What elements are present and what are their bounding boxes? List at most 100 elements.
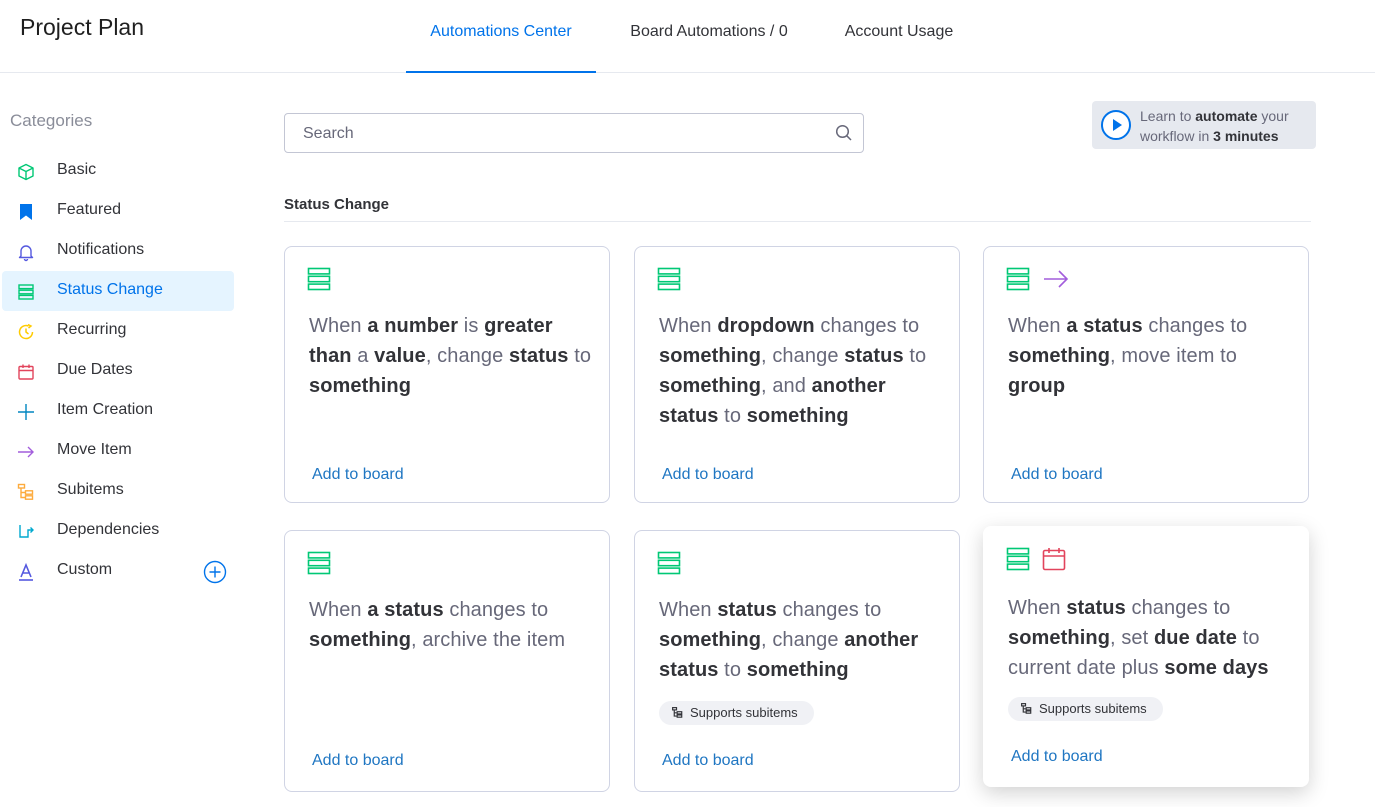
recipe-token: value — [374, 345, 426, 367]
recipe-text: When dropdown changes to something, chan… — [659, 311, 949, 431]
status-icon — [1006, 547, 1030, 571]
recipe-card[interactable]: When a status changes to something, arch… — [284, 530, 610, 792]
search-icon[interactable] — [835, 124, 853, 142]
recipe-text-segment: , change — [425, 345, 510, 367]
recipe-text-segment: When — [309, 315, 368, 337]
supports-subitems-badge: Supports subitems — [659, 701, 814, 725]
recipe-card[interactable]: When a number is greater than a value, c… — [284, 246, 610, 503]
recipe-text-segment: to — [903, 345, 927, 367]
arrow-right-icon — [1044, 270, 1069, 288]
plus-icon — [18, 404, 34, 420]
recipe-token: something — [1008, 627, 1111, 649]
recipe-token: status — [717, 599, 777, 621]
recipe-token: a status — [367, 599, 444, 621]
sidebar-item-move-item[interactable]: Move Item — [2, 431, 234, 471]
badge-label: Supports subitems — [1039, 701, 1147, 716]
status-icon — [307, 267, 331, 291]
sidebar-item-basic[interactable]: Basic — [2, 151, 234, 191]
sidebar-item-label: Notifications — [57, 241, 145, 258]
sidebar-item-recurring[interactable]: Recurring — [2, 311, 234, 351]
subitems-icon — [672, 707, 683, 718]
add-to-board-link[interactable]: Add to board — [662, 752, 754, 770]
subitems-icon — [1021, 703, 1032, 714]
sidebar-item-due-dates[interactable]: Due Dates — [2, 351, 234, 391]
status-icon — [307, 551, 331, 575]
card-icons — [307, 551, 339, 577]
recipe-text-segment: , change — [761, 629, 845, 651]
sidebar-item-subitems[interactable]: Subitems — [2, 471, 234, 511]
recipe-text: When a number is greater than a value, c… — [309, 311, 599, 401]
recipe-text: When status changes to something, set du… — [1008, 593, 1298, 683]
search-box[interactable] — [284, 113, 864, 153]
section-divider — [284, 221, 1311, 222]
recipe-card[interactable]: When a status changes to something, move… — [983, 246, 1309, 503]
status-icon — [657, 551, 681, 575]
letter-a-icon — [19, 562, 33, 581]
supports-subitems-badge: Supports subitems — [1008, 697, 1163, 721]
sidebar-item-label: Recurring — [57, 321, 127, 338]
search-input[interactable] — [301, 122, 825, 146]
recipe-text-segment: When — [1008, 597, 1067, 619]
sidebar-item-label: Subitems — [57, 481, 124, 498]
card-icons — [1006, 267, 1078, 293]
top-bar: Project Plan Automations Center Board Au… — [0, 0, 1375, 73]
recipe-token: a status — [1066, 315, 1143, 337]
recipe-card[interactable]: When status changes to something, set du… — [983, 526, 1309, 787]
recipe-text-segment: , archive the item — [411, 629, 566, 651]
add-to-board-link[interactable]: Add to board — [1011, 466, 1103, 484]
sidebar-item-label: Move Item — [57, 441, 132, 458]
recipe-text-segment: changes to — [1125, 597, 1231, 619]
add-to-board-link[interactable]: Add to board — [312, 466, 404, 484]
learn-video-button[interactable]: Learn to automate your workflow in 3 min… — [1092, 101, 1316, 149]
calendar-icon — [1043, 548, 1066, 571]
add-to-board-link[interactable]: Add to board — [312, 752, 404, 770]
recipe-text-segment: to — [718, 405, 747, 427]
tab-account-usage[interactable]: Account Usage — [826, 0, 972, 72]
recipe-text-segment: , and — [761, 375, 812, 397]
tab-board-automations[interactable]: Board Automations / 0 — [610, 0, 808, 72]
card-icons — [657, 551, 689, 577]
recipe-text-segment: When — [659, 315, 718, 337]
card-icons — [307, 267, 339, 293]
recipe-text-segment: changes to — [1142, 315, 1248, 337]
calendar-icon — [18, 364, 34, 380]
sidebar-item-custom[interactable]: Custom — [2, 551, 234, 591]
recipe-card[interactable]: When dropdown changes to something, chan… — [634, 246, 960, 503]
tab-automations-center[interactable]: Automations Center — [406, 0, 596, 73]
sidebar-item-featured[interactable]: Featured — [2, 191, 234, 231]
arrow-right-icon — [18, 446, 34, 458]
recipe-token: status — [844, 345, 904, 367]
sidebar-item-label: Dependencies — [57, 521, 160, 538]
add-to-board-link[interactable]: Add to board — [662, 466, 754, 484]
sidebar-item-dependencies[interactable]: Dependencies — [2, 511, 234, 551]
plus-circle-icon[interactable] — [203, 560, 227, 584]
recipe-token: a number — [367, 315, 459, 337]
subitems-icon — [17, 483, 34, 500]
sidebar-item-status-change[interactable]: Status Change — [2, 271, 234, 311]
sidebar-item-label: Item Creation — [57, 401, 154, 418]
recipe-text: When a status changes to something, arch… — [309, 595, 599, 655]
recipe-token: status — [509, 345, 569, 367]
sidebar-item-label: Custom — [57, 561, 113, 578]
recipe-text-segment: changes to — [814, 315, 920, 337]
recipe-token: something — [659, 345, 762, 367]
play-icon — [1101, 110, 1131, 140]
recipe-text-segment: , move item to — [1110, 345, 1238, 367]
recipe-text: When status changes to something, change… — [659, 595, 949, 685]
recipe-token: something — [1008, 345, 1111, 367]
cube-icon — [18, 163, 34, 181]
recipe-card[interactable]: When status changes to something, change… — [634, 530, 960, 792]
sidebar-item-item-creation[interactable]: Item Creation — [2, 391, 234, 431]
section-title: Status Change — [284, 196, 390, 213]
status-icon — [18, 284, 34, 300]
recipe-text-segment: , set — [1110, 627, 1154, 649]
add-to-board-link[interactable]: Add to board — [1011, 748, 1103, 766]
recipe-token: dropdown — [717, 315, 815, 337]
learn-text: Learn to automate your workflow in 3 min… — [1140, 108, 1289, 144]
recipe-token: something — [746, 405, 849, 427]
recipe-token: something — [746, 659, 849, 681]
recipe-text-segment: to — [568, 345, 592, 367]
recipe-text-segment: a — [351, 345, 375, 367]
recipe-text-segment: , change — [761, 345, 845, 367]
sidebar-item-notifications[interactable]: Notifications — [2, 231, 234, 271]
